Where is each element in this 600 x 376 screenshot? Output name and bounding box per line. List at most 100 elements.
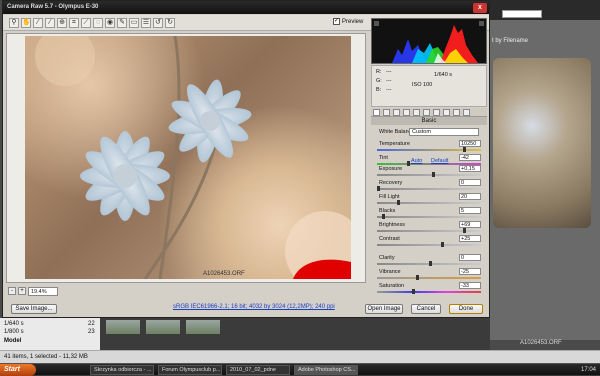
close-button[interactable]: x: [473, 3, 487, 13]
tab-snapshots[interactable]: [463, 109, 470, 116]
exposure-slider[interactable]: [377, 172, 481, 177]
tint-input[interactable]: -42: [459, 154, 481, 161]
slider-knob[interactable]: [441, 242, 444, 247]
straighten-icon[interactable]: ⟋: [81, 18, 91, 28]
histogram: [371, 18, 487, 64]
preview-label: Preview: [342, 19, 364, 26]
slider-knob[interactable]: [412, 289, 415, 294]
iso-value: ISO 100: [412, 82, 433, 88]
tab-basic[interactable]: [373, 109, 380, 116]
fill-light-slider[interactable]: [377, 200, 481, 205]
tab-presets[interactable]: [453, 109, 460, 116]
zoom-icon[interactable]: ⚲: [9, 18, 19, 28]
tab-hsl[interactable]: [403, 109, 410, 116]
slider-knob[interactable]: [382, 214, 385, 219]
slider-knob[interactable]: [432, 172, 435, 177]
tab-tone-curve[interactable]: [383, 109, 390, 116]
cancel-button[interactable]: Cancel: [411, 304, 441, 314]
start-button[interactable]: Start: [0, 364, 36, 376]
slider-knob[interactable]: [463, 147, 466, 152]
zoom-out-button[interactable]: -: [8, 287, 16, 295]
spot-removal-icon[interactable]: ◌: [93, 18, 103, 28]
flower-image: [35, 36, 351, 279]
tab-lens-corrections[interactable]: [423, 109, 430, 116]
default-link[interactable]: Default: [431, 158, 448, 164]
red-eye-icon[interactable]: ◉: [105, 18, 115, 28]
rotate-right-icon[interactable]: ↻: [165, 18, 175, 28]
tab-split-toning[interactable]: [413, 109, 420, 116]
brightness-slider[interactable]: [377, 228, 481, 233]
filmstrip-thumbnail[interactable]: [186, 320, 220, 334]
taskbar-item[interactable]: Skrzynka odbiorcza - ...: [90, 365, 154, 375]
highlight-clip-icon[interactable]: [479, 21, 484, 26]
slider-knob[interactable]: [429, 261, 432, 266]
metadata-row-count: 22: [88, 321, 95, 327]
graduated-filter-icon[interactable]: ▭: [129, 18, 139, 28]
raw-image-preview[interactable]: [25, 36, 351, 279]
slider-knob[interactable]: [407, 161, 410, 166]
white-balance-icon[interactable]: ⁄: [33, 18, 43, 28]
done-button[interactable]: Done: [449, 304, 483, 314]
tab-camera-calibration[interactable]: [443, 109, 450, 116]
saturation-input[interactable]: -33: [459, 282, 481, 289]
filmstrip-thumbnail[interactable]: [106, 320, 140, 334]
contrast-label: Contrast: [379, 236, 400, 242]
workflow-options-link[interactable]: sRGB IEC61966-2.1; 16 bit; 4032 by 3024 …: [173, 304, 335, 310]
slider-knob[interactable]: [416, 275, 419, 280]
clarity-input[interactable]: 0: [459, 254, 481, 261]
exposure-input[interactable]: +0,15: [459, 165, 481, 172]
color-sampler-icon[interactable]: ⁄: [45, 18, 55, 28]
b-value: ---: [386, 87, 392, 93]
exposure-label: Exposure: [379, 166, 403, 172]
panel-tabs: [371, 108, 487, 117]
slider-knob[interactable]: [377, 186, 380, 191]
open-image-button[interactable]: Open Image: [365, 304, 403, 314]
adjustment-brush-icon[interactable]: ✎: [117, 18, 127, 28]
saturation-slider[interactable]: [377, 289, 481, 294]
fill-light-input[interactable]: 20: [459, 193, 481, 200]
auto-link[interactable]: Auto: [411, 158, 422, 164]
dialog-footer: Save Image... sRGB IEC61966-2.1; 16 bit;…: [3, 299, 489, 317]
filmstrip-thumbnail[interactable]: [146, 320, 180, 334]
target-adjust-icon[interactable]: ⊕: [57, 18, 67, 28]
preview-toggle[interactable]: ✓ Preview: [333, 18, 363, 25]
slider-knob[interactable]: [397, 200, 400, 205]
taskbar-item[interactable]: Adobe Photoshop CS...: [294, 365, 358, 375]
rotate-left-icon[interactable]: ↺: [153, 18, 163, 28]
taskbar: Start Skrzynka odbiorcza - ... Forum Oly…: [0, 363, 600, 376]
recovery-input[interactable]: 0: [459, 179, 481, 186]
preferences-icon[interactable]: ☰: [141, 18, 151, 28]
temperature-slider[interactable]: [377, 147, 481, 152]
zoom-level-select[interactable]: 19.4%: [28, 287, 58, 296]
contrast-slider[interactable]: [377, 242, 481, 247]
slider-knob[interactable]: [463, 228, 466, 233]
preview-checkbox[interactable]: ✓: [333, 18, 340, 25]
zoom-in-button[interactable]: +: [18, 287, 26, 295]
taskbar-item[interactable]: Forum Olympusclub p...: [158, 365, 222, 375]
bridge-search-input[interactable]: [502, 10, 542, 18]
blacks-input[interactable]: 5: [459, 207, 481, 214]
shadow-clip-icon[interactable]: [374, 21, 379, 26]
save-image-button[interactable]: Save Image...: [11, 304, 57, 314]
metadata-row: 1/640 s: [4, 321, 24, 327]
brightness-input[interactable]: +69: [459, 221, 481, 228]
tab-effects[interactable]: [433, 109, 440, 116]
dialog-title: Camera Raw 5.7 - Olympus E-30: [7, 4, 99, 10]
crop-icon[interactable]: ⌗: [69, 18, 79, 28]
vibrance-input[interactable]: -25: [459, 268, 481, 275]
clarity-slider[interactable]: [377, 261, 481, 266]
white-balance-select[interactable]: Custom: [409, 128, 479, 136]
recovery-slider[interactable]: [377, 186, 481, 191]
dialog-titlebar[interactable]: Camera Raw 5.7 - Olympus E-30 x: [3, 1, 489, 14]
hand-icon[interactable]: ✋: [21, 18, 31, 28]
zoom-bar: - + 19.4%: [6, 285, 366, 297]
vibrance-slider[interactable]: [377, 275, 481, 280]
temperature-input[interactable]: 10250: [459, 140, 481, 147]
bridge-toolbar: [490, 0, 600, 20]
taskbar-item[interactable]: 2010_07_02_pdne: [226, 365, 290, 375]
metadata-model-header[interactable]: Model: [4, 338, 21, 344]
blacks-slider[interactable]: [377, 214, 481, 219]
tab-detail[interactable]: [393, 109, 400, 116]
contrast-input[interactable]: +25: [459, 235, 481, 242]
bridge-sort-label[interactable]: t by Filename: [492, 38, 528, 44]
